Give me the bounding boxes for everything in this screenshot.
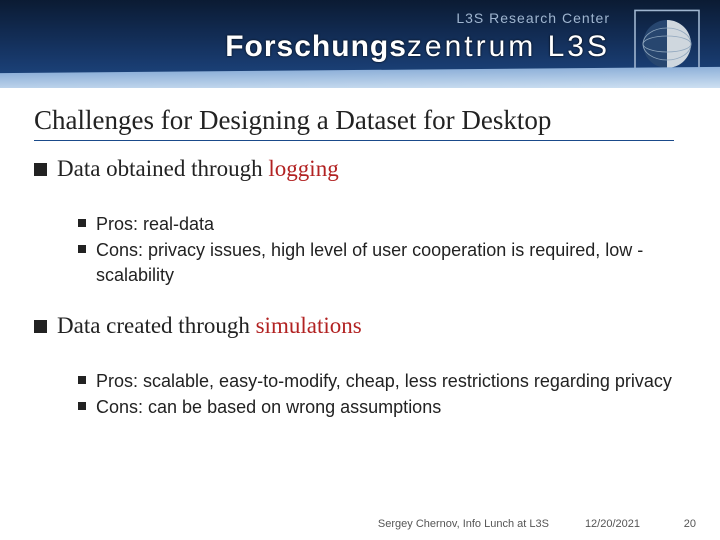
square-bullet-icon (34, 320, 47, 333)
bullet-text: Data obtained through logging (57, 156, 339, 182)
footer-author: Sergey Chernov, Info Lunch at L3S (378, 518, 549, 530)
footer-date: 12/20/2021 (585, 518, 640, 530)
bullet-lead: Data created through (57, 313, 256, 338)
slide-title: Challenges for Designing a Dataset for D… (34, 105, 551, 136)
footer-page-number: 20 (676, 518, 696, 530)
title-underline (34, 140, 674, 141)
small-square-bullet-icon (78, 245, 86, 253)
bullet-highlight: simulations (256, 313, 362, 338)
l3s-logo-icon (622, 4, 712, 84)
subbullet-text: Pros: real-data (96, 212, 214, 236)
subbullet-group: Pros: scalable, easy-to-modify, cheap, l… (78, 369, 686, 420)
brand-title-prefix: Forschungs (225, 30, 407, 63)
bullet-lead: Data obtained through (57, 156, 268, 181)
bullet-highlight: logging (268, 156, 338, 181)
small-square-bullet-icon (78, 376, 86, 384)
header-banner: L3S Research Center Forschungszentrum L3… (0, 0, 720, 88)
bullet-level2: Cons: privacy issues, high level of user… (78, 238, 686, 287)
bullet-level1: Data obtained through logging (34, 156, 686, 182)
brand-title-suffix: zentrum L3S (407, 30, 610, 63)
brand-title: Forschungszentrum L3S (225, 30, 610, 64)
slide-footer: Sergey Chernov, Info Lunch at L3S 12/20/… (0, 518, 696, 530)
square-bullet-icon (34, 163, 47, 176)
small-square-bullet-icon (78, 402, 86, 410)
bullet-level1: Data created through simulations (34, 313, 686, 339)
subbullet-text: Cons: can be based on wrong assumptions (96, 395, 441, 419)
subbullet-text: Cons: privacy issues, high level of user… (96, 238, 686, 287)
subbullet-text: Pros: scalable, easy-to-modify, cheap, l… (96, 369, 672, 393)
bullet-level2: Pros: scalable, easy-to-modify, cheap, l… (78, 369, 686, 393)
bullet-text: Data created through simulations (57, 313, 362, 339)
slide-body: Data obtained through logging Pros: real… (34, 150, 686, 421)
small-square-bullet-icon (78, 219, 86, 227)
bullet-level2: Pros: real-data (78, 212, 686, 236)
brand-subtitle: L3S Research Center (456, 10, 610, 26)
bullet-level2: Cons: can be based on wrong assumptions (78, 395, 686, 419)
slide: L3S Research Center Forschungszentrum L3… (0, 0, 720, 540)
subbullet-group: Pros: real-data Cons: privacy issues, hi… (78, 212, 686, 287)
